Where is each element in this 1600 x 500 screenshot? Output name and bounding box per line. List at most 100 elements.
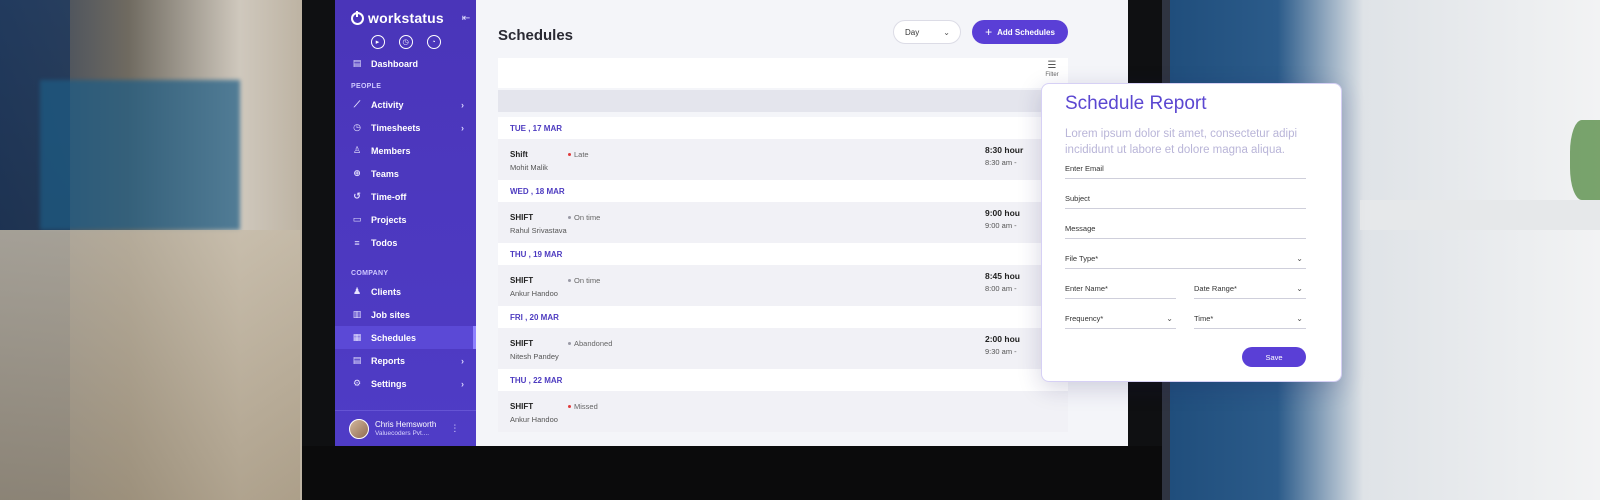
sidebar-item-label: Reports xyxy=(371,355,406,366)
subject-field-label: Subject xyxy=(1065,194,1091,203)
view-select-value: Day xyxy=(905,27,920,37)
laptop-base xyxy=(302,446,1162,500)
shift-title: SHIFT xyxy=(510,402,534,411)
save-button[interactable]: Save xyxy=(1242,347,1306,367)
gear-icon: ⚙ xyxy=(352,378,362,388)
status-label: Late xyxy=(574,150,589,159)
add-schedules-label: Add Schedules xyxy=(997,27,1055,37)
sidebar-item-label: Dashboard xyxy=(371,58,419,69)
plus-icon: + xyxy=(985,25,993,39)
schedule-row[interactable]: Shift Mohit Malik Late 8:30 hour 8:30 am - xyxy=(498,139,1068,180)
schedule-row[interactable]: SHIFT Ankur Handoo Missed xyxy=(498,391,1068,432)
play-icon[interactable]: ▸ xyxy=(370,35,385,49)
status: Missed xyxy=(568,402,598,411)
page-title: Schedules xyxy=(498,27,574,44)
status-dot xyxy=(568,153,571,156)
sidebar-item-label: Activity xyxy=(371,99,404,110)
sidebar-item-dashboard[interactable]: ▤ Dashboard xyxy=(335,52,476,75)
message-field-label: Message xyxy=(1065,224,1096,233)
status: On time xyxy=(568,276,600,285)
sidebar-item-label: Projects xyxy=(371,214,407,225)
user-company: Valuecoders Pvt.... xyxy=(375,430,430,437)
bell-icon[interactable]: ◔ xyxy=(426,35,441,49)
sidebar-item-members[interactable]: ♙ Members xyxy=(335,139,476,162)
collapse-sidebar-icon[interactable]: ⇤ xyxy=(462,13,470,24)
sidebar-item-reports[interactable]: ▤ Reports › xyxy=(335,349,476,372)
clock-icon: ◷ xyxy=(353,122,361,132)
status: On time xyxy=(568,213,600,222)
message-field[interactable]: Message xyxy=(1065,219,1306,239)
email-field[interactable]: Enter Email xyxy=(1065,159,1306,179)
table-header xyxy=(498,90,1068,112)
sidebar-item-settings[interactable]: ⚙ Settings › xyxy=(335,372,476,395)
sidebar-item-label: Schedules xyxy=(371,332,417,343)
chevron-right-icon: › xyxy=(461,122,464,133)
quick-icons: ▸ ◷ ◔ xyxy=(335,28,476,52)
shift-title: Shift xyxy=(510,150,528,159)
background-shelf xyxy=(1360,200,1600,230)
chevron-right-icon: › xyxy=(461,378,464,389)
filter-button[interactable]: ☰ Filter xyxy=(1040,60,1064,78)
logo[interactable]: workstatus ⇤ xyxy=(335,0,476,28)
frequency-select[interactable]: Frequency* ⌄ xyxy=(1065,309,1176,329)
member-name: Nitesh Pandey xyxy=(510,352,559,361)
timer-icon[interactable]: ◷ xyxy=(398,35,413,49)
user-info: Chris Hemsworth Valuecoders Pvt.... xyxy=(375,420,436,437)
sidebar: workstatus ⇤ ▸ ◷ ◔ ▤ Dashboard PEOPLE ⟋ A… xyxy=(335,0,476,446)
user-profile[interactable]: Chris Hemsworth Valuecoders Pvt.... ⋮ xyxy=(335,410,476,446)
date-range-select[interactable]: Date Range* ⌄ xyxy=(1194,279,1306,299)
more-icon[interactable]: ⋮ xyxy=(450,423,459,434)
date-header: THU , 22 MAR xyxy=(498,369,1068,391)
time-select[interactable]: Time* ⌄ xyxy=(1194,309,1306,329)
status-label: On time xyxy=(574,276,601,285)
schedule-row[interactable]: SHIFT Rahul Srivastava On time 9:00 hou 9:00… xyxy=(498,202,1068,243)
date-header: THU , 19 MAR xyxy=(498,243,1068,265)
sidebar-item-activity[interactable]: ⟋ Activity › xyxy=(335,93,476,116)
status-label: On time xyxy=(574,213,601,222)
sidebar-item-clients[interactable]: ♟ Clients xyxy=(335,280,476,303)
file-type-select[interactable]: File Type* ⌄ xyxy=(1065,249,1306,269)
date-header: TUE , 17 MAR xyxy=(498,117,1068,139)
background-desk xyxy=(0,230,300,500)
status: Late xyxy=(568,150,589,159)
status: Abandoned xyxy=(568,339,612,348)
report-title: Schedule Report xyxy=(1065,93,1207,114)
schedule-row[interactable]: SHIFT Nitesh Pandey Abandoned 2:00 hou 9:30 … xyxy=(498,328,1068,369)
sidebar-item-schedules[interactable]: ▦ Schedules xyxy=(335,326,476,349)
add-schedules-button[interactable]: + Add Schedules xyxy=(972,20,1068,44)
status-dot xyxy=(568,342,571,345)
sidebar-item-projects[interactable]: ▭ Projects xyxy=(335,208,476,231)
sidebar-item-time-off[interactable]: ↺ Time-off xyxy=(335,185,476,208)
people-nav: ⟋ Activity › ◷ Timesheets › ♙ Members ⊕ Teams ↺ Tim… xyxy=(335,93,476,254)
schedule-row[interactable]: SHIFT Ankur Handoo On time 8:45 hou 8:00 am … xyxy=(498,265,1068,306)
chevron-down-icon: ⌄ xyxy=(943,27,950,37)
logo-text: workstatus xyxy=(368,10,444,26)
email-field-label: Enter Email xyxy=(1065,164,1104,173)
chevron-right-icon: › xyxy=(461,99,464,110)
sidebar-item-job-sites[interactable]: ▥ Job sites xyxy=(335,303,476,326)
calendar-icon: ▦ xyxy=(352,332,362,342)
folder-icon: ▭ xyxy=(352,214,362,224)
member-name: Ankur Handoo xyxy=(510,289,558,298)
name-field[interactable]: Enter Name* xyxy=(1065,279,1176,299)
sidebar-item-timesheets[interactable]: ◷ Timesheets › xyxy=(335,116,476,139)
view-select[interactable]: Day ⌄ xyxy=(893,20,961,44)
status-label: Missed xyxy=(574,402,598,411)
shift-time: 9:30 am - xyxy=(985,347,1017,356)
chevron-down-icon: ⌄ xyxy=(1296,314,1303,323)
sidebar-item-label: Clients xyxy=(371,286,402,297)
sidebar-item-label: Members xyxy=(371,145,411,156)
filter-label: Filter xyxy=(1045,72,1059,78)
schedule-list: TUE , 17 MAR Shift Mohit Malik Late 8:30 hou… xyxy=(498,117,1068,432)
sidebar-item-teams[interactable]: ⊕ Teams xyxy=(335,162,476,185)
sidebar-item-label: Todos xyxy=(371,237,398,248)
file-type-label: File Type* xyxy=(1065,254,1099,263)
logo-icon xyxy=(351,10,364,25)
dashboard-icon: ▤ xyxy=(352,58,362,68)
app-screen: workstatus ⇤ ▸ ◷ ◔ ▤ Dashboard PEOPLE ⟋ A… xyxy=(335,0,1128,446)
chevron-down-icon: ⌄ xyxy=(1296,284,1303,293)
sidebar-item-todos[interactable]: ≡ Todos xyxy=(335,231,476,254)
user-icon: ♙ xyxy=(352,145,362,155)
shift-hours: 8:45 hou xyxy=(985,271,1020,281)
subject-field[interactable]: Subject xyxy=(1065,189,1306,209)
